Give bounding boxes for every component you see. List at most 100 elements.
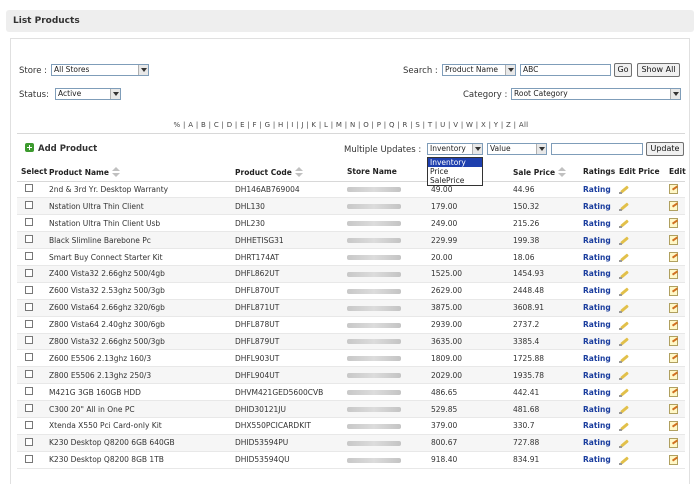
option-price[interactable]: Price (428, 167, 482, 176)
value-select[interactable]: Value (487, 143, 547, 155)
row-checkbox[interactable] (25, 454, 33, 463)
alphabet-filter[interactable]: % | A | B | C | D | E | F | G | H | I | … (11, 121, 691, 129)
rating-link[interactable]: Rating (583, 438, 611, 447)
edit-icon[interactable] (669, 353, 678, 364)
edit-price-icon[interactable] (619, 455, 629, 465)
edit-price-icon[interactable] (619, 336, 629, 347)
edit-icon[interactable] (669, 387, 678, 398)
row-checkbox[interactable] (25, 252, 33, 260)
go-button[interactable]: Go (614, 63, 632, 77)
update-type-select[interactable]: Inventory (427, 143, 483, 155)
sort-icon[interactable] (294, 166, 303, 177)
edit-price-icon[interactable] (619, 218, 629, 229)
rating-link[interactable]: Rating (583, 269, 611, 278)
row-checkbox[interactable] (25, 370, 33, 379)
edit-price-icon[interactable] (619, 269, 629, 279)
row-checkbox[interactable] (25, 201, 33, 210)
rating-link[interactable]: Rating (583, 185, 611, 194)
edit-icon[interactable] (669, 184, 678, 195)
edit-icon[interactable] (669, 336, 678, 347)
edit-icon[interactable] (669, 252, 678, 262)
edit-price-icon[interactable] (619, 387, 629, 398)
edit-price-icon[interactable] (619, 303, 629, 313)
edit-price-icon[interactable] (619, 201, 629, 212)
store-name-cell (343, 366, 427, 385)
col-sale-price[interactable]: Sale Price (509, 163, 579, 182)
row-checkbox[interactable] (25, 336, 33, 345)
update-type-options[interactable]: Inventory Price SalePrice (427, 157, 483, 186)
row-checkbox[interactable] (25, 319, 33, 328)
chevron-down-icon (110, 89, 120, 99)
sort-icon[interactable] (111, 166, 120, 177)
rating-link[interactable]: Rating (583, 303, 611, 312)
edit-price-icon[interactable] (619, 252, 629, 262)
rating-link[interactable]: Rating (583, 253, 611, 262)
update-value-input[interactable] (551, 143, 643, 155)
row-checkbox[interactable] (25, 184, 33, 193)
edit-icon[interactable] (669, 302, 678, 313)
row-checkbox[interactable] (25, 302, 33, 311)
edit-icon[interactable] (669, 285, 678, 296)
edit-icon[interactable] (669, 319, 678, 330)
search-field-value: Product Name (445, 65, 498, 74)
option-inventory[interactable]: Inventory (428, 158, 482, 167)
status-select[interactable]: Active (55, 88, 121, 100)
edit-icon[interactable] (669, 235, 678, 246)
edit-icon[interactable] (669, 420, 678, 431)
rating-link[interactable]: Rating (583, 421, 611, 430)
store-name-redacted (347, 187, 401, 193)
row-checkbox[interactable] (25, 268, 33, 277)
row-select (17, 417, 45, 435)
row-checkbox[interactable] (25, 235, 33, 244)
rating-link[interactable]: Rating (583, 202, 611, 211)
search-field-select[interactable]: Product Name (442, 64, 516, 76)
category-label: Category : (463, 90, 508, 100)
edit-price-icon[interactable] (619, 184, 629, 195)
row-checkbox[interactable] (25, 285, 33, 294)
edit-price-icon[interactable] (619, 404, 629, 415)
rating-link[interactable]: Rating (583, 388, 611, 397)
edit-price-icon[interactable] (619, 320, 629, 330)
rating-link[interactable]: Rating (583, 354, 611, 363)
update-button[interactable]: Update (646, 142, 684, 156)
sale-price-cell: 727.88 (509, 434, 579, 452)
store-select[interactable]: All Stores (51, 64, 149, 76)
row-checkbox[interactable] (25, 218, 33, 227)
option-saleprice[interactable]: SalePrice (428, 176, 482, 185)
rating-link[interactable]: Rating (583, 337, 611, 346)
rating-link[interactable]: Rating (583, 455, 611, 464)
row-checkbox[interactable] (25, 387, 33, 396)
edit-price-icon[interactable] (619, 235, 629, 246)
col-product-code[interactable]: Product Code (231, 163, 343, 182)
row-checkbox[interactable] (25, 353, 33, 362)
edit-icon[interactable] (669, 454, 678, 465)
rating-link[interactable]: Rating (583, 405, 611, 414)
sort-icon[interactable] (558, 166, 567, 177)
edit-price-icon[interactable] (619, 438, 629, 448)
rating-link[interactable]: Rating (583, 219, 611, 228)
edit-price-icon[interactable] (619, 370, 629, 381)
edit-icon[interactable] (669, 370, 678, 381)
rating-link[interactable]: Rating (583, 286, 611, 295)
edit-price-icon[interactable] (619, 286, 629, 296)
price-cell: 20.00 (427, 248, 509, 266)
edit-icon[interactable] (669, 201, 678, 212)
category-select[interactable]: Root Category (511, 88, 681, 100)
add-product-button[interactable]: Add Product (25, 143, 97, 154)
store-name-cell (343, 231, 427, 250)
edit-icon[interactable] (669, 404, 678, 415)
show-all-button[interactable]: Show All (637, 63, 680, 77)
row-checkbox[interactable] (25, 437, 33, 446)
row-checkbox[interactable] (25, 420, 33, 429)
edit-icon[interactable] (669, 437, 678, 448)
edit-icon[interactable] (669, 268, 678, 279)
col-product-name[interactable]: Product Name (45, 163, 231, 182)
edit-price-icon[interactable] (619, 353, 629, 364)
rating-link[interactable]: Rating (583, 236, 611, 245)
row-checkbox[interactable] (25, 404, 33, 413)
rating-link[interactable]: Rating (583, 371, 611, 380)
edit-price-icon[interactable] (619, 421, 629, 431)
rating-link[interactable]: Rating (583, 320, 611, 329)
search-input[interactable]: ABC (520, 64, 611, 76)
edit-icon[interactable] (669, 218, 678, 229)
